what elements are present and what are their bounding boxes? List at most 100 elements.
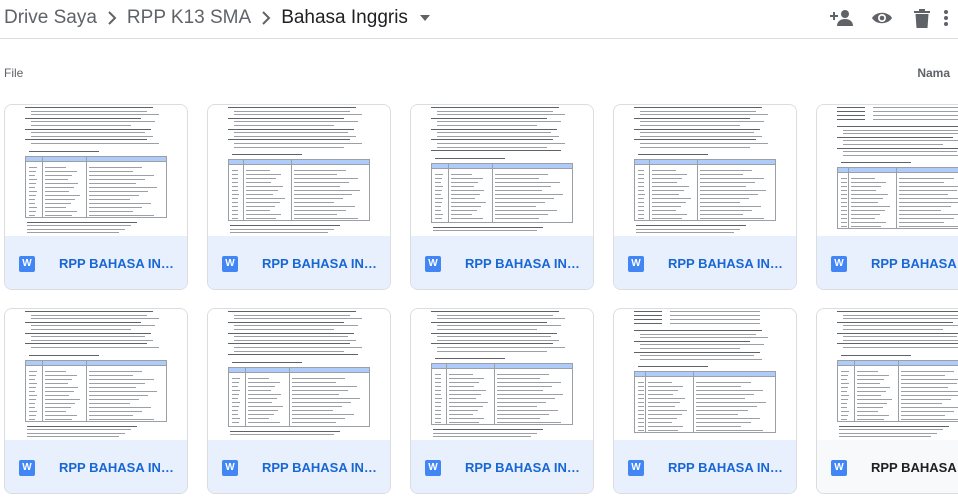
file-card[interactable]: W RPP BAHASA INGGRIS	[410, 308, 594, 494]
file-card-footer[interactable]: W RPP BAHASA INGGRIS	[817, 236, 958, 289]
breadcrumb-current-folder[interactable]: Bahasa Inggris	[281, 7, 408, 29]
breadcrumb-item-rpp-k13-sma[interactable]: RPP K13 SMA	[127, 7, 251, 29]
file-name[interactable]: RPP BAHASA INGGRIS	[262, 460, 382, 475]
doc-text-line	[31, 347, 159, 348]
doc-text-line	[843, 325, 958, 327]
doc-text-line	[640, 333, 756, 335]
doc-text-line	[640, 337, 768, 339]
files-section-header: File Nama	[0, 64, 958, 82]
doc-text-line	[640, 348, 740, 349]
file-name[interactable]: RPP BAHASA INGGRIS	[59, 256, 179, 271]
file-card-footer[interactable]: W RPP BAHASA IN	[817, 440, 958, 493]
file-card-footer[interactable]: W RPP BAHASA INGGRIS	[5, 440, 187, 493]
file-thumbnail[interactable]	[411, 105, 593, 236]
file-name[interactable]: RPP BAHASA INGGRIS	[668, 460, 788, 475]
share-person-add-icon[interactable]	[822, 4, 862, 32]
file-card[interactable]: W RPP BAHASA INGGRIS	[410, 104, 594, 290]
file-thumbnail[interactable]	[208, 309, 390, 440]
doc-text-line	[839, 436, 931, 438]
doc-text-line	[634, 340, 750, 342]
doc-text-line	[873, 107, 958, 108]
doc-text-line	[843, 129, 958, 131]
doc-text-line	[634, 323, 662, 324]
toolbar-actions	[822, 4, 958, 32]
file-card-footer[interactable]: W RPP BAHASA INGGRIS	[208, 236, 390, 289]
doc-text-line	[25, 321, 141, 323]
doc-text-line	[640, 344, 764, 346]
file-card-footer[interactable]: W RPP BAHASA INGGRIS	[411, 236, 593, 289]
file-name[interactable]: RPP BAHASA INGGRIS	[59, 460, 179, 475]
file-name[interactable]: RPP BAHASA INGGRIS	[262, 256, 382, 271]
file-card[interactable]: W RPP BAHASA INGGRIS	[4, 308, 188, 494]
doc-text-line	[437, 325, 561, 327]
file-card[interactable]: W RPP BAHASA INGGRIS	[816, 104, 958, 290]
file-thumbnail[interactable]	[817, 105, 958, 236]
trash-icon[interactable]	[902, 4, 942, 32]
doc-text-line	[435, 157, 505, 159]
breadcrumb-item-drive-saya[interactable]: Drive Saya	[4, 7, 97, 29]
file-thumbnail[interactable]	[614, 105, 796, 236]
word-doc-icon: W	[222, 255, 238, 272]
file-card[interactable]: W RPP BAHASA INGGRIS	[613, 104, 797, 290]
file-card[interactable]: W RPP BAHASA INGGRIS	[207, 104, 391, 290]
doc-text-line	[31, 339, 153, 341]
file-thumbnail[interactable]	[817, 309, 958, 440]
file-name[interactable]: RPP BAHASA INGGRIS	[871, 256, 958, 271]
doc-text-line	[640, 132, 754, 134]
doc-text-line	[437, 132, 551, 134]
document-preview	[224, 309, 374, 440]
doc-text-line	[873, 115, 958, 116]
file-name[interactable]: RPP BAHASA INGGRIS	[465, 460, 585, 475]
file-thumbnail[interactable]	[5, 105, 187, 236]
file-card[interactable]: W RPP BAHASA INGGRIS	[613, 308, 797, 494]
word-doc-icon: W	[425, 255, 441, 272]
sort-by-name-button[interactable]: Nama	[917, 66, 950, 80]
doc-text-line	[839, 429, 943, 431]
file-card-footer[interactable]: W RPP BAHASA INGGRIS	[208, 440, 390, 493]
doc-text-line	[640, 355, 754, 357]
doc-text-line	[837, 147, 958, 149]
doc-text-line	[228, 128, 354, 130]
doc-text-line	[437, 329, 537, 330]
document-preview	[833, 309, 958, 440]
file-card[interactable]: W RPP BAHASA IN	[816, 308, 958, 494]
doc-text-line	[234, 318, 362, 320]
doc-text-line	[839, 432, 937, 434]
doc-text-line	[437, 121, 561, 123]
doc-text-line	[232, 154, 302, 156]
doc-text-line	[634, 319, 662, 320]
file-name[interactable]: RPP BAHASA INGGRIS	[465, 256, 585, 271]
doc-text-line	[234, 146, 344, 148]
doc-text-line	[234, 135, 356, 137]
file-card[interactable]: W RPP BAHASA INGGRIS	[207, 308, 391, 494]
doc-text-line	[431, 139, 553, 141]
file-name[interactable]: RPP BAHASA IN	[871, 460, 958, 475]
word-doc-icon: W	[831, 255, 847, 272]
document-preview	[21, 105, 171, 236]
file-name[interactable]: RPP BAHASA INGGRIS	[668, 256, 788, 271]
doc-text-line	[230, 434, 334, 436]
file-thumbnail[interactable]	[208, 105, 390, 236]
more-vert-icon[interactable]	[942, 4, 958, 32]
doc-text-line	[433, 436, 531, 438]
word-doc-icon: W	[19, 459, 35, 476]
doc-text-line	[640, 125, 740, 126]
doc-text-line	[636, 228, 740, 230]
doc-text-line	[873, 111, 958, 112]
doc-text-line	[841, 162, 911, 164]
doc-text-line	[837, 107, 865, 108]
file-card-footer[interactable]: W RPP BAHASA INGGRIS	[614, 440, 796, 493]
doc-text-line	[837, 126, 958, 127]
preview-eye-icon[interactable]	[862, 4, 902, 32]
file-card-footer[interactable]: W RPP BAHASA INGGRIS	[614, 236, 796, 289]
folder-dropdown-icon[interactable]	[414, 6, 436, 30]
file-thumbnail[interactable]	[5, 309, 187, 440]
doc-text-line	[839, 425, 949, 427]
file-thumbnail[interactable]	[614, 309, 796, 440]
doc-text-line	[230, 225, 340, 227]
file-card-footer[interactable]: W RPP BAHASA INGGRIS	[411, 440, 593, 493]
file-thumbnail[interactable]	[411, 309, 593, 440]
file-card-footer[interactable]: W RPP BAHASA INGGRIS	[5, 236, 187, 289]
doc-text-line	[234, 339, 356, 341]
file-card[interactable]: W RPP BAHASA INGGRIS	[4, 104, 188, 290]
